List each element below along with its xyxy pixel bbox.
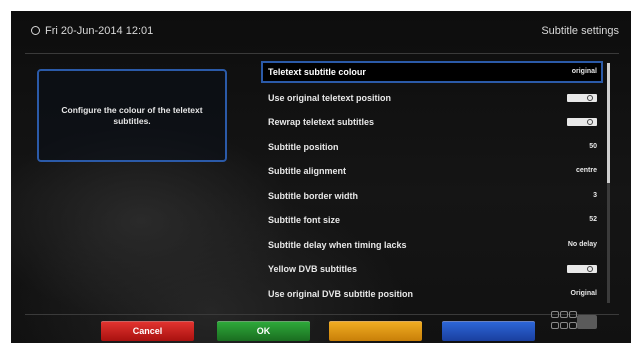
toggle-knob-icon (587, 266, 593, 272)
key-dot (551, 322, 559, 329)
toggle-knob-icon (587, 94, 593, 101)
key-dot (560, 311, 568, 318)
setting-subtitle-position[interactable]: Subtitle position 50 (261, 135, 603, 160)
setting-label: Subtitle alignment (268, 166, 347, 176)
setting-label: Subtitle position (268, 141, 339, 152)
toggle-switch[interactable] (567, 265, 597, 273)
toggle-switch[interactable] (567, 93, 597, 102)
setting-label: Yellow DVB subtitles (268, 264, 358, 274)
datetime-text: Fri 20-Jun-2014 12:01 (45, 25, 154, 37)
setting-subtitle-delay[interactable]: Subtitle delay when timing lacks No dela… (261, 233, 603, 258)
setting-rewrap-teletext-subtitles[interactable]: Rewrap teletext subtitles (261, 110, 603, 135)
setting-label: Rewrap teletext subtitles (268, 117, 375, 127)
setting-subtitle-font-size[interactable]: Subtitle font size 52 (261, 208, 603, 233)
setting-subtitle-border-width[interactable]: Subtitle border width 3 (261, 184, 603, 209)
toggle-switch[interactable] (567, 118, 597, 126)
ok-button[interactable]: OK (217, 321, 310, 341)
help-panel: Configure the colour of the teletext sub… (37, 69, 227, 162)
clock: Fri 20-Jun-2014 12:01 (31, 25, 153, 37)
settings-list: Teletext subtitle colour original Use or… (261, 61, 603, 306)
keypad-grid (551, 311, 577, 331)
key-dot (569, 311, 577, 318)
setting-subtitle-alignment[interactable]: Subtitle alignment centre (261, 159, 603, 184)
toggle-knob-icon (587, 119, 593, 125)
setting-label: Subtitle border width (268, 190, 358, 201)
setting-value: 52 (589, 216, 597, 223)
setting-label: Teletext subtitle colour (268, 67, 366, 77)
setting-value: No delay (567, 240, 597, 248)
key-dot (569, 322, 577, 329)
scrollbar-thumb[interactable] (607, 63, 610, 183)
yellow-button[interactable] (329, 321, 422, 341)
setting-value: centre (575, 167, 597, 174)
key-dot (560, 322, 568, 329)
remote-keypad-icon (551, 311, 601, 333)
setting-yellow-dvb-subtitles[interactable]: Yellow DVB subtitles (261, 257, 603, 282)
setting-label: Use original teletext position (268, 92, 392, 103)
header-divider (25, 53, 619, 54)
cancel-button[interactable]: Cancel (101, 321, 194, 341)
screen-title: Subtitle settings (541, 25, 619, 37)
setting-value: original (571, 68, 597, 75)
setting-label: Subtitle font size (268, 215, 340, 225)
header-bar: Fri 20-Jun-2014 12:01 Subtitle settings (11, 11, 631, 47)
setting-label: Use original DVB subtitle position (268, 288, 414, 299)
setting-value: 50 (589, 142, 597, 150)
key-dot (551, 311, 559, 318)
help-text: Configure the colour of the teletext sub… (61, 104, 203, 126)
footer-divider (25, 314, 619, 315)
setting-use-original-teletext-position[interactable]: Use original teletext position (261, 86, 603, 111)
scrollbar[interactable] (607, 63, 610, 303)
setting-label: Subtitle delay when timing lacks (268, 239, 407, 250)
blue-button[interactable] (442, 321, 535, 341)
setting-use-original-dvb-subtitle-position[interactable]: Use original DVB subtitle position Origi… (261, 282, 603, 307)
tv-screen: Fri 20-Jun-2014 12:01 Subtitle settings … (11, 11, 631, 343)
setting-value: 3 (593, 191, 597, 199)
clock-icon (31, 26, 40, 35)
setting-value: Original (570, 289, 597, 297)
keypad-block (577, 315, 597, 329)
setting-teletext-subtitle-colour[interactable]: Teletext subtitle colour original (261, 61, 603, 83)
